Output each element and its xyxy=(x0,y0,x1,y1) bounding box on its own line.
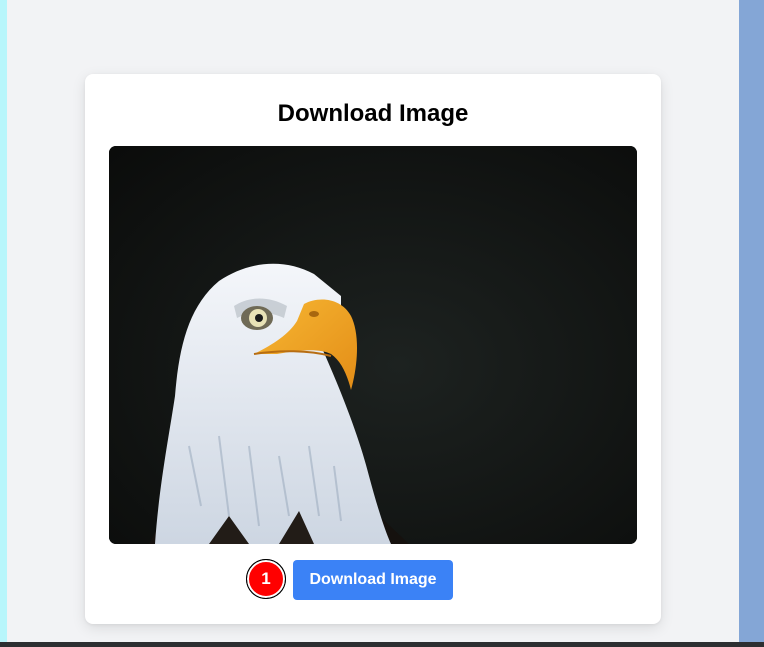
right-edge-strip xyxy=(739,0,764,647)
bottom-bar xyxy=(0,642,764,647)
page-title: Download Image xyxy=(277,100,469,127)
download-card: Download Image 1 Download Image xyxy=(85,74,661,624)
download-image-button[interactable]: Download Image xyxy=(293,560,453,600)
left-edge-strip xyxy=(0,0,7,647)
actions-row: 1 Download Image xyxy=(85,559,661,600)
eagle-image xyxy=(109,146,637,544)
step-number-badge: 1 xyxy=(246,559,286,599)
